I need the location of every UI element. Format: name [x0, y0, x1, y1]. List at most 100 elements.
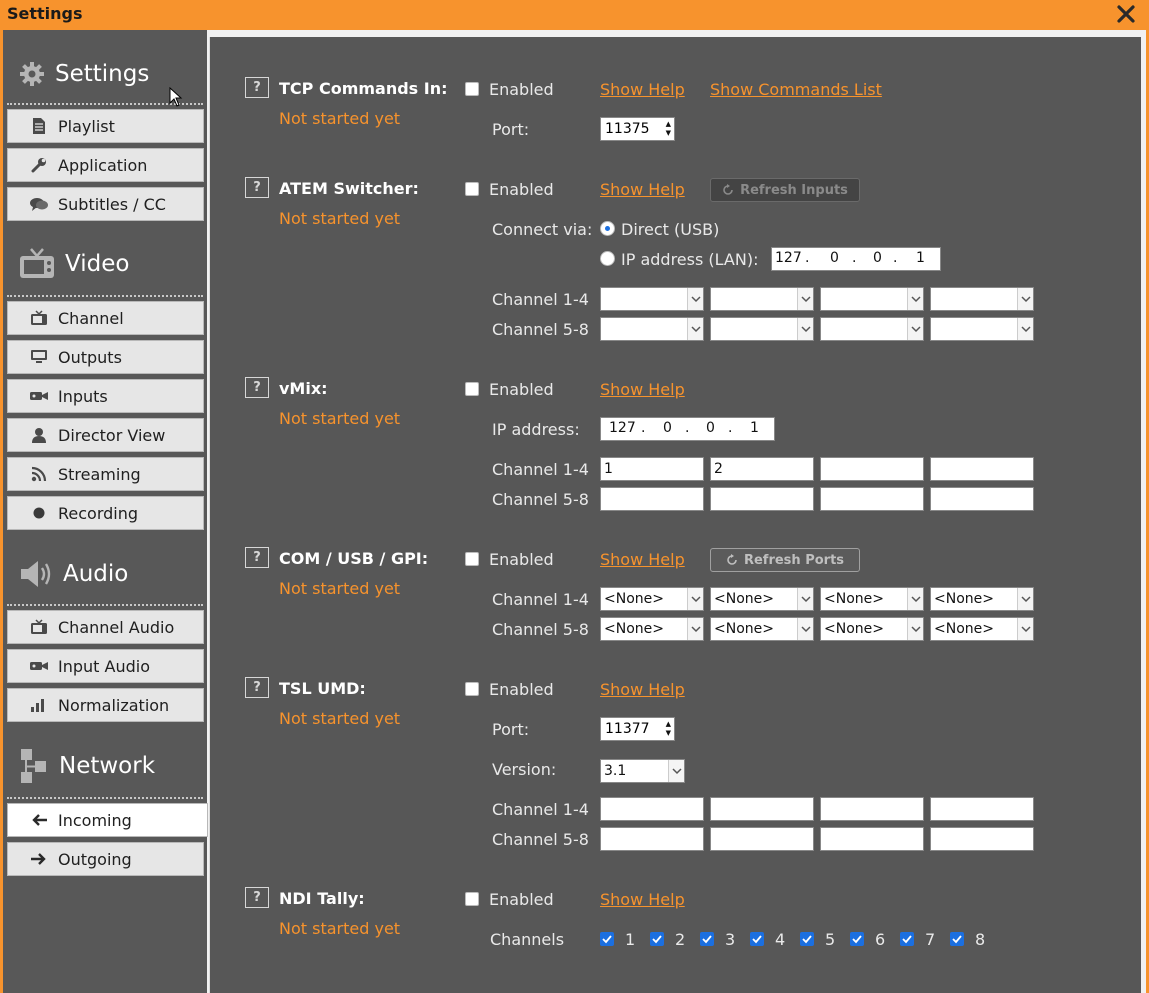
ndi-channel-6-checkbox[interactable]: [850, 932, 864, 946]
chevron-down-icon[interactable]: [687, 618, 703, 640]
com-channel-6-select[interactable]: <None>: [710, 617, 814, 641]
sidebar-item-normalization[interactable]: Normalization: [7, 688, 204, 722]
atem-channel-2-select[interactable]: [710, 287, 814, 311]
com-channel-3-select[interactable]: <None>: [820, 587, 924, 611]
tcp-enabled-checkbox[interactable]: [465, 82, 479, 96]
vmix-enabled-checkbox[interactable]: [465, 382, 479, 396]
tsl-channel-3-input[interactable]: [820, 797, 924, 821]
tsl-channel-7-input[interactable]: [820, 827, 924, 851]
vmix-channel-7-input[interactable]: [820, 487, 924, 511]
atem-channel-4-select[interactable]: [930, 287, 1034, 311]
sidebar-item-outputs[interactable]: Outputs: [7, 340, 204, 374]
atem-ip-input[interactable]: 127. 0. 0. 1: [771, 247, 941, 271]
com-show-help-link[interactable]: Show Help: [600, 550, 685, 569]
atem-channel-1-select[interactable]: [600, 287, 704, 311]
sidebar-item-channel-audio[interactable]: Channel Audio: [7, 610, 204, 644]
chevron-down-icon[interactable]: [907, 318, 923, 340]
chevron-down-icon[interactable]: [907, 288, 923, 310]
ndi-channel-7-checkbox[interactable]: [900, 932, 914, 946]
vmix-channel-8-input[interactable]: [930, 487, 1034, 511]
tcp-show-help-link[interactable]: Show Help: [600, 80, 685, 99]
com-channel-8-select[interactable]: <None>: [930, 617, 1034, 641]
com-channel-5-select[interactable]: <None>: [600, 617, 704, 641]
sidebar-item-outgoing[interactable]: Outgoing: [7, 842, 204, 876]
tsl-channel-8-input[interactable]: [930, 827, 1034, 851]
sidebar-item-application[interactable]: Application: [7, 148, 204, 182]
ndi-enabled-checkbox[interactable]: [465, 892, 479, 906]
help-question-button[interactable]: ?: [245, 177, 269, 198]
atem-show-help-link[interactable]: Show Help: [600, 180, 685, 199]
sidebar-item-subtitles[interactable]: Subtitles / CC: [7, 187, 204, 221]
refresh-ports-button[interactable]: Refresh Ports: [710, 548, 860, 572]
chevron-down-icon[interactable]: [797, 618, 813, 640]
ndi-channel-8-checkbox[interactable]: [950, 932, 964, 946]
sidebar-item-streaming[interactable]: Streaming: [7, 457, 204, 491]
ndi-channel-2-checkbox[interactable]: [650, 932, 664, 946]
sidebar-item-incoming[interactable]: Incoming: [7, 803, 208, 837]
tcp-port-input[interactable]: 11375 ▲ ▼: [600, 117, 675, 141]
ndi-show-help-link[interactable]: Show Help: [600, 890, 685, 909]
vmix-channel-5-input[interactable]: [600, 487, 704, 511]
atem-channel-5-select[interactable]: [600, 317, 704, 341]
ndi-channel-3-checkbox[interactable]: [700, 932, 714, 946]
chevron-down-icon[interactable]: [1017, 588, 1033, 610]
ip-lan-radio[interactable]: [600, 251, 615, 266]
vmix-channel-3-input[interactable]: [820, 457, 924, 481]
chevron-down-icon[interactable]: [797, 588, 813, 610]
chevron-down-icon[interactable]: [1017, 318, 1033, 340]
help-question-button[interactable]: ?: [245, 887, 269, 908]
close-icon[interactable]: [1115, 3, 1137, 25]
tsl-channel-2-input[interactable]: [710, 797, 814, 821]
sidebar-item-recording[interactable]: Recording: [7, 496, 204, 530]
direct-usb-radio[interactable]: [600, 221, 615, 236]
tsl-channel-4-input[interactable]: [930, 797, 1034, 821]
vmix-ip-input[interactable]: 127. 0. 0. 1: [600, 417, 775, 441]
chevron-down-icon[interactable]: [1017, 618, 1033, 640]
sidebar-item-input-audio[interactable]: Input Audio: [7, 649, 204, 683]
vmix-channel-6-input[interactable]: [710, 487, 814, 511]
vmix-channel-4-input[interactable]: [930, 457, 1034, 481]
chevron-down-icon[interactable]: [687, 588, 703, 610]
atem-channel-6-select[interactable]: [710, 317, 814, 341]
sidebar-item-inputs[interactable]: Inputs: [7, 379, 204, 413]
help-question-button[interactable]: ?: [245, 77, 269, 98]
sidebar-item-playlist[interactable]: Playlist: [7, 109, 204, 143]
ndi-channel-1-checkbox[interactable]: [600, 932, 614, 946]
com-channel-1-select[interactable]: <None>: [600, 587, 704, 611]
tsl-channel-5-input[interactable]: [600, 827, 704, 851]
sidebar-item-channel[interactable]: Channel: [7, 301, 204, 335]
com-channel-2-select[interactable]: <None>: [710, 587, 814, 611]
spinner-arrows-icon[interactable]: ▲ ▼: [666, 720, 671, 738]
vmix-show-help-link[interactable]: Show Help: [600, 380, 685, 399]
tsl-version-select[interactable]: 3.1: [600, 759, 685, 783]
help-question-button[interactable]: ?: [245, 377, 269, 398]
help-question-button[interactable]: ?: [245, 547, 269, 568]
chevron-down-icon[interactable]: [797, 318, 813, 340]
vmix-channel-2-input[interactable]: 2: [710, 457, 814, 481]
ndi-channel-4-checkbox[interactable]: [750, 932, 764, 946]
com-channel-4-select[interactable]: <None>: [930, 587, 1034, 611]
show-commands-list-link[interactable]: Show Commands List: [710, 80, 882, 99]
chevron-down-icon[interactable]: [907, 588, 923, 610]
chevron-down-icon[interactable]: [687, 318, 703, 340]
atem-channel-7-select[interactable]: [820, 317, 924, 341]
chevron-down-icon[interactable]: [687, 288, 703, 310]
atem-channel-3-select[interactable]: [820, 287, 924, 311]
refresh-inputs-button[interactable]: Refresh Inputs: [710, 178, 860, 202]
tsl-port-input[interactable]: 11377 ▲ ▼: [600, 717, 675, 741]
vmix-channel-1-input[interactable]: 1: [600, 457, 704, 481]
atem-enabled-checkbox[interactable]: [465, 182, 479, 196]
tsl-channel-6-input[interactable]: [710, 827, 814, 851]
ndi-channel-5-checkbox[interactable]: [800, 932, 814, 946]
tsl-channel-1-input[interactable]: [600, 797, 704, 821]
atem-channel-8-select[interactable]: [930, 317, 1034, 341]
chevron-down-icon[interactable]: [907, 618, 923, 640]
help-question-button[interactable]: ?: [245, 677, 269, 698]
tsl-show-help-link[interactable]: Show Help: [600, 680, 685, 699]
spinner-arrows-icon[interactable]: ▲ ▼: [666, 120, 671, 138]
chevron-down-icon[interactable]: [1017, 288, 1033, 310]
tsl-enabled-checkbox[interactable]: [465, 682, 479, 696]
com-enabled-checkbox[interactable]: [465, 552, 479, 566]
com-channel-7-select[interactable]: <None>: [820, 617, 924, 641]
chevron-down-icon[interactable]: [668, 760, 684, 782]
